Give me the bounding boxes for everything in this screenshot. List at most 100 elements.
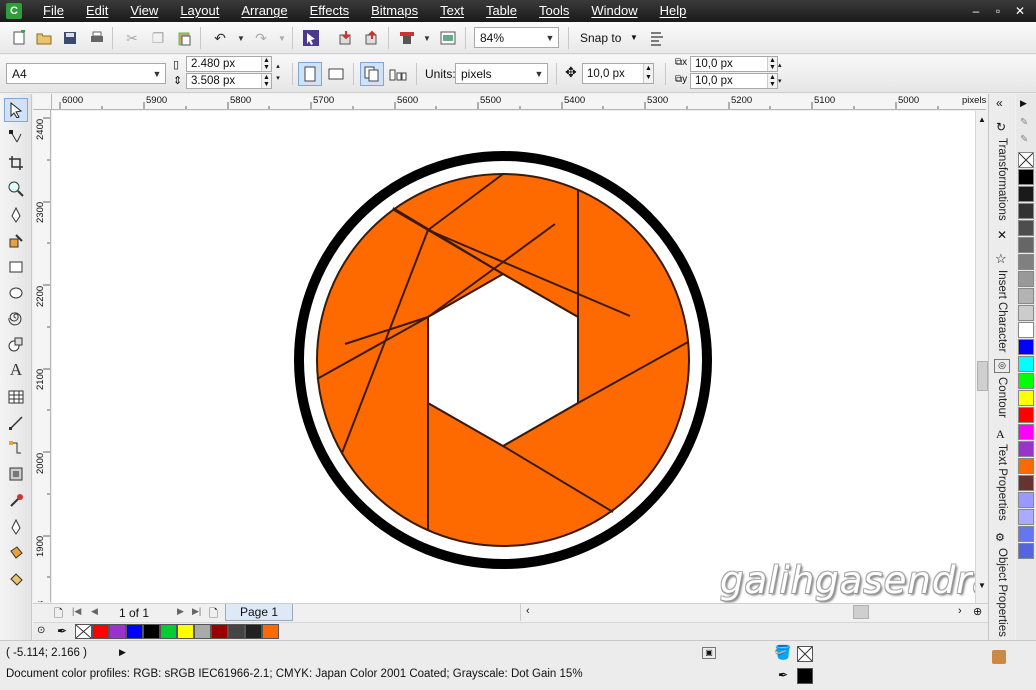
menu-file[interactable]: File bbox=[32, 0, 75, 22]
document-color-swatch[interactable] bbox=[211, 624, 228, 639]
color-swatch[interactable] bbox=[1018, 203, 1034, 219]
undo-icon[interactable]: ↶ bbox=[209, 27, 231, 49]
menu-text[interactable]: Text bbox=[429, 0, 475, 22]
menu-bitmaps[interactable]: Bitmaps bbox=[360, 0, 429, 22]
tab-text-properties[interactable]: Text Properties bbox=[991, 444, 1013, 528]
scroll-down-icon[interactable]: ▼ bbox=[978, 581, 986, 590]
ellipse-tool-icon[interactable] bbox=[4, 281, 28, 305]
tab-contour[interactable]: Contour bbox=[991, 377, 1013, 425]
menu-help[interactable]: Help bbox=[649, 0, 698, 22]
menu-arrange[interactable]: Arrange bbox=[230, 0, 298, 22]
vertical-scroll-thumb[interactable] bbox=[977, 361, 988, 391]
freehand-tool-icon[interactable] bbox=[4, 203, 28, 227]
color-swatch[interactable] bbox=[1018, 169, 1034, 185]
spin-arrows-icon[interactable]: ▲ ▼ bbox=[767, 74, 777, 88]
all-pages-button[interactable] bbox=[360, 62, 384, 86]
dimension-tool-icon[interactable] bbox=[4, 411, 28, 435]
menu-edit[interactable]: Edit bbox=[75, 0, 119, 22]
palette-scroll-up-icon[interactable]: ▶ bbox=[1020, 98, 1027, 109]
vertical-ruler[interactable]: 2400 2300 2200 2100 2000 1900 pixels bbox=[33, 110, 51, 602]
menu-window[interactable]: Window bbox=[580, 0, 648, 22]
horizontal-scroll-thumb[interactable] bbox=[853, 605, 869, 619]
color-swatch[interactable] bbox=[1018, 526, 1034, 542]
nudge-distance-field[interactable]: 10,0 px ▲ ▼ bbox=[582, 63, 654, 84]
tab-page-1[interactable]: Page 1 bbox=[225, 604, 293, 621]
last-page-icon[interactable]: ▶| bbox=[192, 606, 201, 617]
current-page-button[interactable] bbox=[386, 62, 410, 86]
fill-tool-icon[interactable] bbox=[4, 541, 28, 565]
redo-icon[interactable]: ↷ bbox=[250, 27, 272, 49]
first-page-icon[interactable]: |◀ bbox=[72, 606, 81, 617]
color-swatch[interactable] bbox=[1018, 254, 1034, 270]
color-swatch[interactable] bbox=[1018, 339, 1034, 355]
basic-shapes-tool-icon[interactable] bbox=[4, 332, 28, 356]
text-tool-icon[interactable]: A bbox=[4, 358, 28, 382]
document-color-swatch[interactable] bbox=[143, 624, 160, 639]
tab-transformations[interactable]: Transformations bbox=[991, 138, 1013, 228]
page-width-field[interactable]: 2.480 px ▲ ▼ bbox=[186, 56, 272, 72]
cut-icon[interactable]: ✂ bbox=[121, 27, 143, 49]
document-color-swatch[interactable] bbox=[92, 624, 109, 639]
welcome-screen-icon[interactable] bbox=[437, 27, 459, 49]
no-color-swatch[interactable] bbox=[1018, 152, 1034, 168]
outline-color-swatch[interactable] bbox=[797, 668, 813, 684]
color-swatch[interactable] bbox=[1018, 305, 1034, 321]
drawing-canvas[interactable]: galihgasendra bbox=[52, 111, 975, 603]
duplicate-y-field[interactable]: 10,0 px ▲ ▼ bbox=[690, 73, 778, 89]
save-icon[interactable] bbox=[59, 27, 81, 49]
user-avatar[interactable] bbox=[992, 650, 1006, 664]
color-swatch[interactable] bbox=[1018, 441, 1034, 457]
application-launcher-icon[interactable] bbox=[396, 27, 418, 49]
status-expand-icon[interactable]: ▶ bbox=[119, 647, 126, 658]
color-swatch[interactable] bbox=[1018, 424, 1034, 440]
scroll-right-icon[interactable]: › bbox=[958, 605, 962, 617]
table-tool-icon[interactable] bbox=[4, 385, 28, 409]
menu-layout[interactable]: Layout bbox=[169, 0, 230, 22]
shape-tool-icon[interactable] bbox=[4, 125, 28, 149]
undo-dropdown-icon[interactable]: ▼ bbox=[230, 27, 252, 49]
close-icon[interactable]: ✕ bbox=[997, 228, 1007, 242]
color-swatch[interactable] bbox=[1018, 322, 1034, 338]
print-icon[interactable] bbox=[86, 27, 108, 49]
fill-color-swatch[interactable] bbox=[797, 646, 813, 662]
document-color-swatch[interactable] bbox=[262, 624, 279, 639]
spiral-tool-icon[interactable] bbox=[4, 306, 28, 330]
interactive-effects-tool-icon[interactable] bbox=[4, 462, 28, 486]
scroll-up-icon[interactable]: ▲ bbox=[978, 115, 986, 124]
palette-pin-icon[interactable]: ✎ bbox=[1020, 134, 1028, 145]
minimize-button[interactable]: – bbox=[968, 4, 984, 18]
no-color-swatch[interactable] bbox=[75, 624, 92, 639]
color-swatch[interactable] bbox=[1018, 509, 1034, 525]
restore-button[interactable]: ▫ bbox=[990, 4, 1006, 18]
document-color-swatch[interactable] bbox=[245, 624, 262, 639]
collapse-docker-icon[interactable]: « bbox=[996, 96, 1003, 110]
lock-ratio-icon[interactable]: ▴ ▾ bbox=[272, 61, 284, 87]
redo-dropdown-icon[interactable]: ▼ bbox=[271, 27, 293, 49]
ruler-origin[interactable] bbox=[33, 94, 52, 110]
document-color-swatch[interactable] bbox=[194, 624, 211, 639]
color-swatch[interactable] bbox=[1018, 356, 1034, 372]
smart-fill-tool-icon[interactable] bbox=[4, 229, 28, 253]
menu-effects[interactable]: Effects bbox=[299, 0, 361, 22]
eyedropper-tool-icon[interactable] bbox=[4, 489, 28, 513]
close-button[interactable]: ✕ bbox=[1012, 4, 1028, 18]
options-icon[interactable] bbox=[646, 27, 668, 49]
color-swatch[interactable] bbox=[1018, 373, 1034, 389]
color-swatch[interactable] bbox=[1018, 237, 1034, 253]
zoom-level-select[interactable]: 84% ▼ bbox=[474, 27, 559, 48]
landscape-button[interactable] bbox=[324, 62, 348, 86]
document-color-swatch[interactable] bbox=[228, 624, 245, 639]
paper-size-select[interactable]: A4 ▼ bbox=[6, 63, 166, 84]
zoom-tool-icon[interactable] bbox=[4, 177, 28, 201]
snap-dropdown-icon[interactable]: ▼ bbox=[630, 33, 638, 42]
color-swatch[interactable] bbox=[1018, 407, 1034, 423]
color-swatch[interactable] bbox=[1018, 492, 1034, 508]
import-icon[interactable] bbox=[335, 27, 357, 49]
outline-pen-tool-icon[interactable] bbox=[4, 515, 28, 539]
crop-tool-icon[interactable] bbox=[4, 151, 28, 175]
color-swatch[interactable] bbox=[1018, 186, 1034, 202]
menu-view[interactable]: View bbox=[119, 0, 169, 22]
portrait-button[interactable] bbox=[298, 62, 322, 86]
color-swatch[interactable] bbox=[1018, 271, 1034, 287]
pick-tool-icon[interactable] bbox=[4, 98, 28, 122]
